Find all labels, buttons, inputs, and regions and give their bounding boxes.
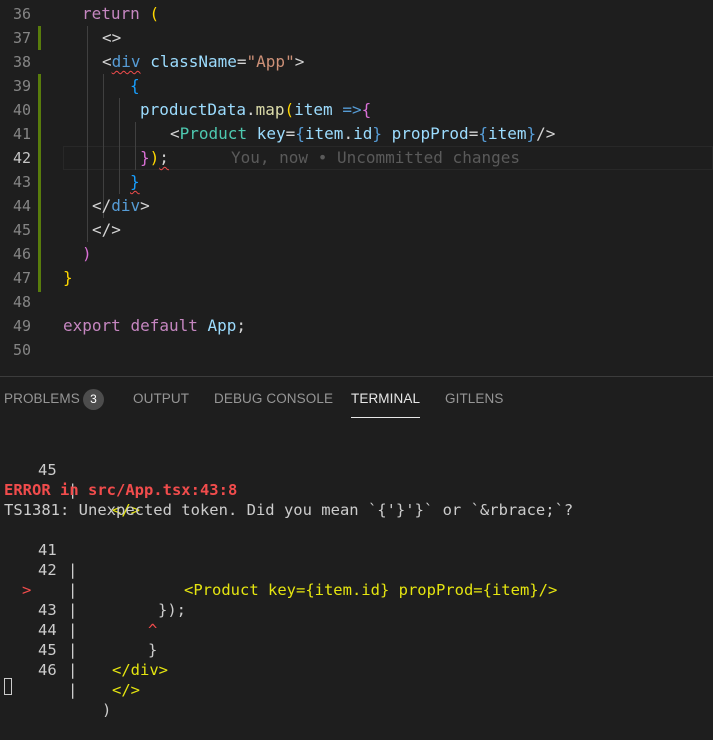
code-text: <Product key={item.id} propProd={item}/>	[170, 124, 556, 143]
terminal-separator: |	[68, 561, 78, 579]
line-number: 41	[12, 125, 31, 143]
line-number: 46	[12, 245, 31, 263]
code-line[interactable]: 48	[0, 290, 713, 314]
code-line[interactable]: 43 }	[0, 170, 713, 194]
tab-problems[interactable]: PROBLEMS	[4, 377, 80, 423]
problems-count-badge: 3	[83, 389, 104, 410]
code-line[interactable]: 47 }	[0, 266, 713, 290]
terminal-line: 45 | </>	[0, 440, 140, 519]
terminal-error-heading: ERROR in src/App.tsx:43:8	[4, 481, 238, 499]
tab-debug-console[interactable]: DEBUG CONSOLE	[214, 377, 333, 423]
line-number: 49	[12, 317, 31, 335]
terminal-output[interactable]: 45 | </> ERROR in src/App.tsx:43:8 TS138…	[0, 424, 713, 719]
code-line[interactable]: 39 {	[0, 74, 713, 98]
code-line[interactable]: 50	[0, 338, 713, 362]
line-number: 48	[12, 293, 31, 311]
code-line[interactable]: 37 <>	[0, 26, 713, 50]
line-number: 40	[12, 101, 31, 119]
line-number: 47	[12, 269, 31, 287]
terminal-snippet-line: 45 | </>	[0, 620, 140, 699]
code-text: )	[82, 244, 92, 263]
code-line[interactable]: 44 </div>	[0, 194, 713, 218]
code-text: {	[130, 76, 140, 95]
code-line[interactable]: 41 <Product key={item.id} propProd={item…	[0, 122, 713, 146]
terminal-snippet-line: 46 | )	[0, 640, 111, 719]
code-text: });	[140, 148, 169, 167]
terminal-error-message: TS1381: Unexpected token. Did you mean `…	[4, 501, 574, 519]
code-line[interactable]: 42 }); You, now • Uncommitted changes	[0, 146, 713, 170]
terminal-line-number: 43	[38, 601, 57, 619]
terminal-line-number: 42	[38, 561, 57, 579]
terminal-code: </div>	[112, 661, 168, 679]
line-number: 39	[12, 77, 31, 95]
terminal-snippet-line: 42 | });	[0, 540, 186, 619]
terminal-separator: |	[68, 681, 78, 699]
code-line[interactable]: 40 productData.map(item =>{	[0, 98, 713, 122]
code-text: </div>	[92, 196, 150, 215]
git-blame-annotation: You, now • Uncommitted changes	[231, 148, 520, 167]
terminal-separator: |	[68, 621, 78, 639]
tab-output[interactable]: OUTPUT	[133, 377, 189, 423]
code-text: <div className="App">	[102, 52, 305, 71]
terminal-code: });	[158, 601, 186, 619]
terminal-separator: |	[68, 661, 78, 679]
line-number: 42	[12, 149, 31, 167]
code-text: export default App;	[63, 316, 247, 335]
terminal-code: </>	[112, 681, 140, 699]
line-number: 50	[12, 341, 31, 359]
terminal-line-number: 41	[38, 541, 57, 559]
code-editor[interactable]: 36 return ( 37 <> 38 <div className="App…	[0, 0, 713, 376]
code-text: productData.map(item =>{	[140, 100, 372, 119]
terminal-code: <Product key={item.id} propProd={item}/>	[184, 581, 558, 599]
code-text: }	[63, 268, 73, 287]
terminal-separator: |	[68, 601, 78, 619]
code-line[interactable]: 46 )	[0, 242, 713, 266]
code-text: <>	[102, 28, 122, 47]
code-line[interactable]: 49 export default App;	[0, 314, 713, 338]
terminal-separator: |	[68, 581, 78, 599]
terminal-code: )	[102, 701, 112, 719]
terminal-snippet-line: 41 | <Product key={item.id} propProd={it…	[0, 520, 557, 599]
terminal-snippet-line: > 43 | }	[0, 560, 157, 659]
tab-terminal[interactable]: TERMINAL	[351, 377, 421, 423]
panel-tab-bar: PROBLEMS 3 OUTPUT DEBUG CONSOLE TERMINAL…	[0, 377, 713, 423]
code-text: </>	[92, 220, 121, 239]
line-number: 45	[12, 221, 31, 239]
terminal-line-number: 46	[38, 661, 57, 679]
code-line[interactable]: 38 <div className="App">	[0, 50, 713, 74]
terminal-line-number: 44	[38, 621, 57, 639]
line-number: 37	[12, 29, 31, 47]
line-number: 44	[12, 197, 31, 215]
line-number: 43	[12, 173, 31, 191]
terminal-line-number: 45	[38, 461, 57, 479]
terminal-code: }	[148, 641, 158, 659]
code-line[interactable]: 45 </>	[0, 218, 713, 242]
code-text: }	[130, 172, 140, 191]
line-number: 36	[12, 5, 31, 23]
code-line[interactable]: 36 return (	[0, 2, 713, 26]
terminal-separator: |	[68, 641, 78, 659]
terminal-snippet-line: 44 | </div>	[0, 600, 168, 679]
terminal-cursor	[4, 678, 12, 695]
tab-gitlens[interactable]: GITLENS	[445, 377, 503, 423]
code-text: return (	[82, 4, 160, 23]
terminal-snippet-line: | ^	[0, 580, 157, 639]
error-caret: ^	[148, 621, 158, 639]
terminal-line-number: 45	[38, 641, 57, 659]
line-number: 38	[12, 53, 31, 71]
